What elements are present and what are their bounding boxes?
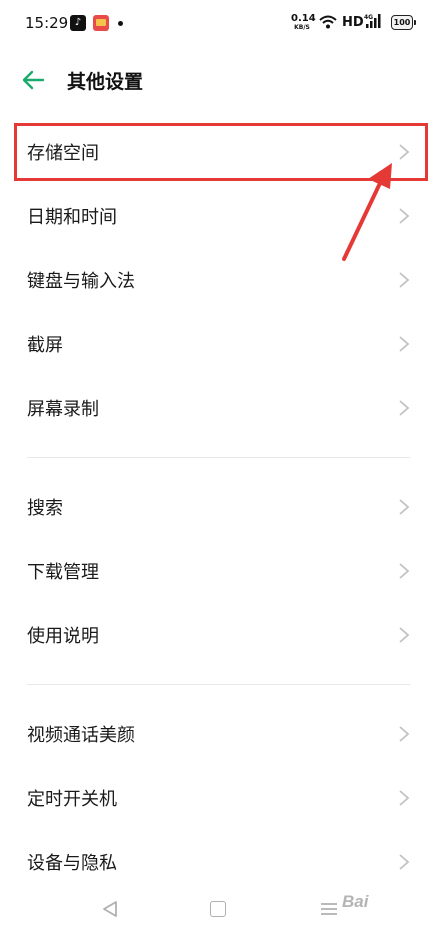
svg-text:4G: 4G xyxy=(364,14,373,21)
settings-item-label: 定时开关机 xyxy=(27,789,117,810)
network-speed: 0.14 KB/S xyxy=(291,13,316,32)
settings-item-label: 搜索 xyxy=(27,498,63,519)
notification-app-icon xyxy=(93,15,109,31)
chevron-right-icon xyxy=(399,627,410,643)
status-time: 15:29 xyxy=(25,14,69,32)
settings-item-screenshot[interactable]: 截屏 xyxy=(0,312,441,376)
battery-icon: 100 xyxy=(391,15,416,30)
settings-item-storage[interactable]: 存储空间 xyxy=(0,120,441,184)
chevron-right-icon xyxy=(399,400,410,416)
chevron-right-icon xyxy=(399,144,410,160)
group-divider xyxy=(27,684,410,685)
network-type-label: HD xyxy=(342,15,364,30)
settings-item-search[interactable]: 搜索 xyxy=(0,475,441,539)
network-speed-value: 0.14 xyxy=(291,13,316,24)
baidu-watermark-logo: Bai xyxy=(342,892,369,911)
settings-item-label: 下载管理 xyxy=(27,562,99,583)
settings-item-user-guide[interactable]: 使用说明 xyxy=(0,603,441,667)
settings-item-label: 日期和时间 xyxy=(27,207,117,228)
settings-item-video-call-beauty[interactable]: 视频通话美颜 xyxy=(0,702,441,766)
settings-item-date-time[interactable]: 日期和时间 xyxy=(0,184,441,248)
settings-item-download-manager[interactable]: 下载管理 xyxy=(0,539,441,603)
settings-item-label: 屏幕录制 xyxy=(27,399,99,420)
status-bar: 15:29 ♪ 0.14 KB/S HD 4G 100 xyxy=(0,0,441,50)
settings-item-label: 键盘与输入法 xyxy=(27,271,135,292)
tiktok-icon: ♪ xyxy=(70,15,86,31)
nav-back-icon[interactable] xyxy=(101,900,119,918)
chevron-right-icon xyxy=(399,272,410,288)
chevron-right-icon xyxy=(399,726,410,742)
chevron-right-icon xyxy=(399,336,410,352)
settings-item-label: 视频通话美颜 xyxy=(27,725,135,746)
wifi-icon xyxy=(319,15,337,29)
settings-item-scheduled-power[interactable]: 定时开关机 xyxy=(0,766,441,830)
signal-strength-icon: 4G xyxy=(364,14,381,28)
network-speed-unit: KB/S xyxy=(294,24,310,31)
chevron-right-icon xyxy=(399,790,410,806)
chevron-right-icon xyxy=(399,499,410,515)
settings-item-label: 存储空间 xyxy=(27,143,99,164)
settings-item-screen-recording[interactable]: 屏幕录制 xyxy=(0,376,441,440)
page-header: 其他设置 xyxy=(0,50,441,112)
notification-dot-icon xyxy=(118,21,123,26)
group-divider xyxy=(27,457,410,458)
arrow-left-icon[interactable] xyxy=(21,69,45,91)
chevron-right-icon xyxy=(399,563,410,579)
settings-item-label: 截屏 xyxy=(27,335,63,356)
settings-item-label: 使用说明 xyxy=(27,626,99,647)
settings-item-label: 设备与隐私 xyxy=(27,853,117,874)
chevron-right-icon xyxy=(399,208,410,224)
nav-home-icon[interactable] xyxy=(210,901,226,917)
page-title: 其他设置 xyxy=(67,71,144,93)
chevron-right-icon xyxy=(399,854,410,870)
settings-item-keyboard-input[interactable]: 键盘与输入法 xyxy=(0,248,441,312)
nav-menu-icon[interactable] xyxy=(320,901,338,917)
